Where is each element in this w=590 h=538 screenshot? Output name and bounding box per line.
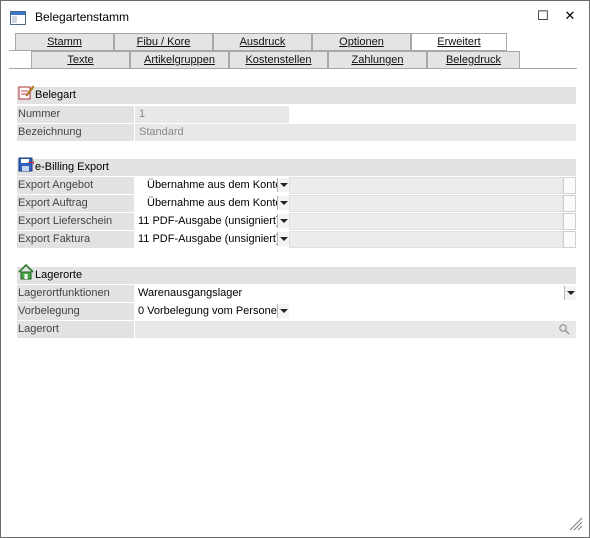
- export-angebot-select[interactable]: Übernahme aus dem Konte: [135, 177, 289, 194]
- section-belegart: Belegart: [17, 85, 576, 104]
- vorbelegung-value: 0 Vorbelegung vom Personen: [138, 305, 283, 317]
- lagerort-field[interactable]: [135, 321, 576, 338]
- export-lieferschein-select[interactable]: 11 PDF-Ausgabe (unsigniert): [135, 213, 289, 230]
- magnifier-icon[interactable]: [558, 323, 570, 335]
- lagerort-label: Lagerort: [17, 321, 134, 338]
- tab-stamm[interactable]: Stamm: [15, 33, 114, 50]
- tab-zahlungen[interactable]: Zahlungen: [328, 51, 427, 68]
- vorbelegung-label: Vorbelegung: [17, 303, 134, 320]
- row-vorbelegung: Vorbelegung 0 Vorbelegung vom Personen: [17, 303, 576, 320]
- row-lagerort: Lagerort: [17, 321, 576, 338]
- export-auftrag-select[interactable]: Übernahme aus dem Konte: [135, 195, 289, 212]
- nummer-label: Nummer: [17, 106, 134, 123]
- tab-ausdruck[interactable]: Ausdruck: [213, 33, 312, 50]
- row-export-faktura: Export Faktura 11 PDF-Ausgabe (unsignier…: [17, 231, 576, 248]
- lagerortfunktionen-select[interactable]: Warenausgangslager: [135, 285, 576, 302]
- export-lieferschein-label: Export Lieferschein: [17, 213, 134, 230]
- export-auftrag-label: Export Auftrag: [17, 195, 134, 212]
- belegartenstamm-window: Belegartenstamm ☐ ✕ Stamm Fibu / Kore Au…: [0, 0, 590, 538]
- row-lagerortfunktionen: Lagerortfunktionen Warenausgangslager: [17, 285, 576, 302]
- tab-texte[interactable]: Texte: [31, 51, 130, 68]
- row-nummer: Nummer 1: [17, 106, 576, 123]
- export-angebot-button[interactable]: [563, 177, 576, 194]
- chevron-down-icon[interactable]: [277, 196, 289, 210]
- pencil-document-icon: [18, 85, 34, 100]
- export-auftrag-value: Übernahme aus dem Konte: [147, 197, 282, 209]
- tab-belegdruck[interactable]: Belegdruck: [427, 51, 520, 68]
- tab-divider: [9, 68, 577, 69]
- chevron-down-icon[interactable]: [277, 178, 289, 192]
- row-bezeichnung: Bezeichnung Standard: [17, 124, 576, 141]
- maximize-button[interactable]: ☐: [536, 9, 550, 23]
- house-icon: [18, 264, 34, 280]
- export-faktura-button[interactable]: [563, 231, 576, 248]
- tab-optionen[interactable]: Optionen: [312, 33, 411, 50]
- bezeichnung-label: Bezeichnung: [17, 124, 134, 141]
- nummer-value: 1: [135, 106, 289, 123]
- export-angebot-value: Übernahme aus dem Konte: [147, 179, 282, 191]
- export-lieferschein-extra: [289, 213, 563, 230]
- resize-grip-icon[interactable]: [569, 517, 583, 531]
- window-icon: [10, 11, 26, 25]
- export-auftrag-button[interactable]: [563, 195, 576, 212]
- row-export-lieferschein: Export Lieferschein 11 PDF-Ausgabe (unsi…: [17, 213, 576, 230]
- chevron-down-icon[interactable]: [277, 214, 289, 228]
- export-faktura-select[interactable]: 11 PDF-Ausgabe (unsigniert): [135, 231, 289, 248]
- export-lieferschein-value: 11 PDF-Ausgabe (unsigniert): [138, 215, 280, 227]
- window-title: Belegartenstamm: [35, 10, 130, 24]
- export-faktura-value: 11 PDF-Ausgabe (unsigniert): [138, 233, 280, 245]
- tab-fibu-kore[interactable]: Fibu / Kore: [114, 33, 213, 50]
- export-faktura-extra: [289, 231, 563, 248]
- section-title: e-Billing Export: [35, 161, 109, 173]
- row-export-auftrag: Export Auftrag Übernahme aus dem Konte: [17, 195, 576, 212]
- tab-erweitert[interactable]: Erweitert: [411, 33, 507, 51]
- floppy-export-icon: [18, 157, 34, 172]
- chevron-down-icon[interactable]: [277, 232, 289, 246]
- export-faktura-label: Export Faktura: [17, 231, 134, 248]
- export-auftrag-extra: [289, 195, 563, 212]
- lagerortfunktionen-value: Warenausgangslager: [138, 287, 243, 299]
- section-title: Belegart: [35, 89, 76, 101]
- tab-kostenstellen[interactable]: Kostenstellen: [229, 51, 328, 68]
- export-angebot-extra: [289, 177, 563, 194]
- section-lagerorte: Lagerorte: [17, 264, 576, 284]
- export-angebot-label: Export Angebot: [17, 177, 134, 194]
- export-lieferschein-button[interactable]: [563, 213, 576, 230]
- tab-artikelgruppen[interactable]: Artikelgruppen: [130, 51, 229, 68]
- vorbelegung-select[interactable]: 0 Vorbelegung vom Personen: [135, 303, 289, 320]
- section-ebilling: e-Billing Export: [17, 157, 576, 176]
- row-export-angebot: Export Angebot Übernahme aus dem Konte: [17, 177, 576, 194]
- bezeichnung-value: Standard: [135, 124, 576, 141]
- chevron-down-icon[interactable]: [564, 286, 576, 300]
- chevron-down-icon[interactable]: [277, 304, 289, 318]
- section-title: Lagerorte: [35, 269, 83, 281]
- close-button[interactable]: ✕: [563, 9, 577, 23]
- title-bar: Belegartenstamm ☐ ✕: [1, 1, 589, 32]
- lagerortfunktionen-label: Lagerortfunktionen: [17, 285, 134, 302]
